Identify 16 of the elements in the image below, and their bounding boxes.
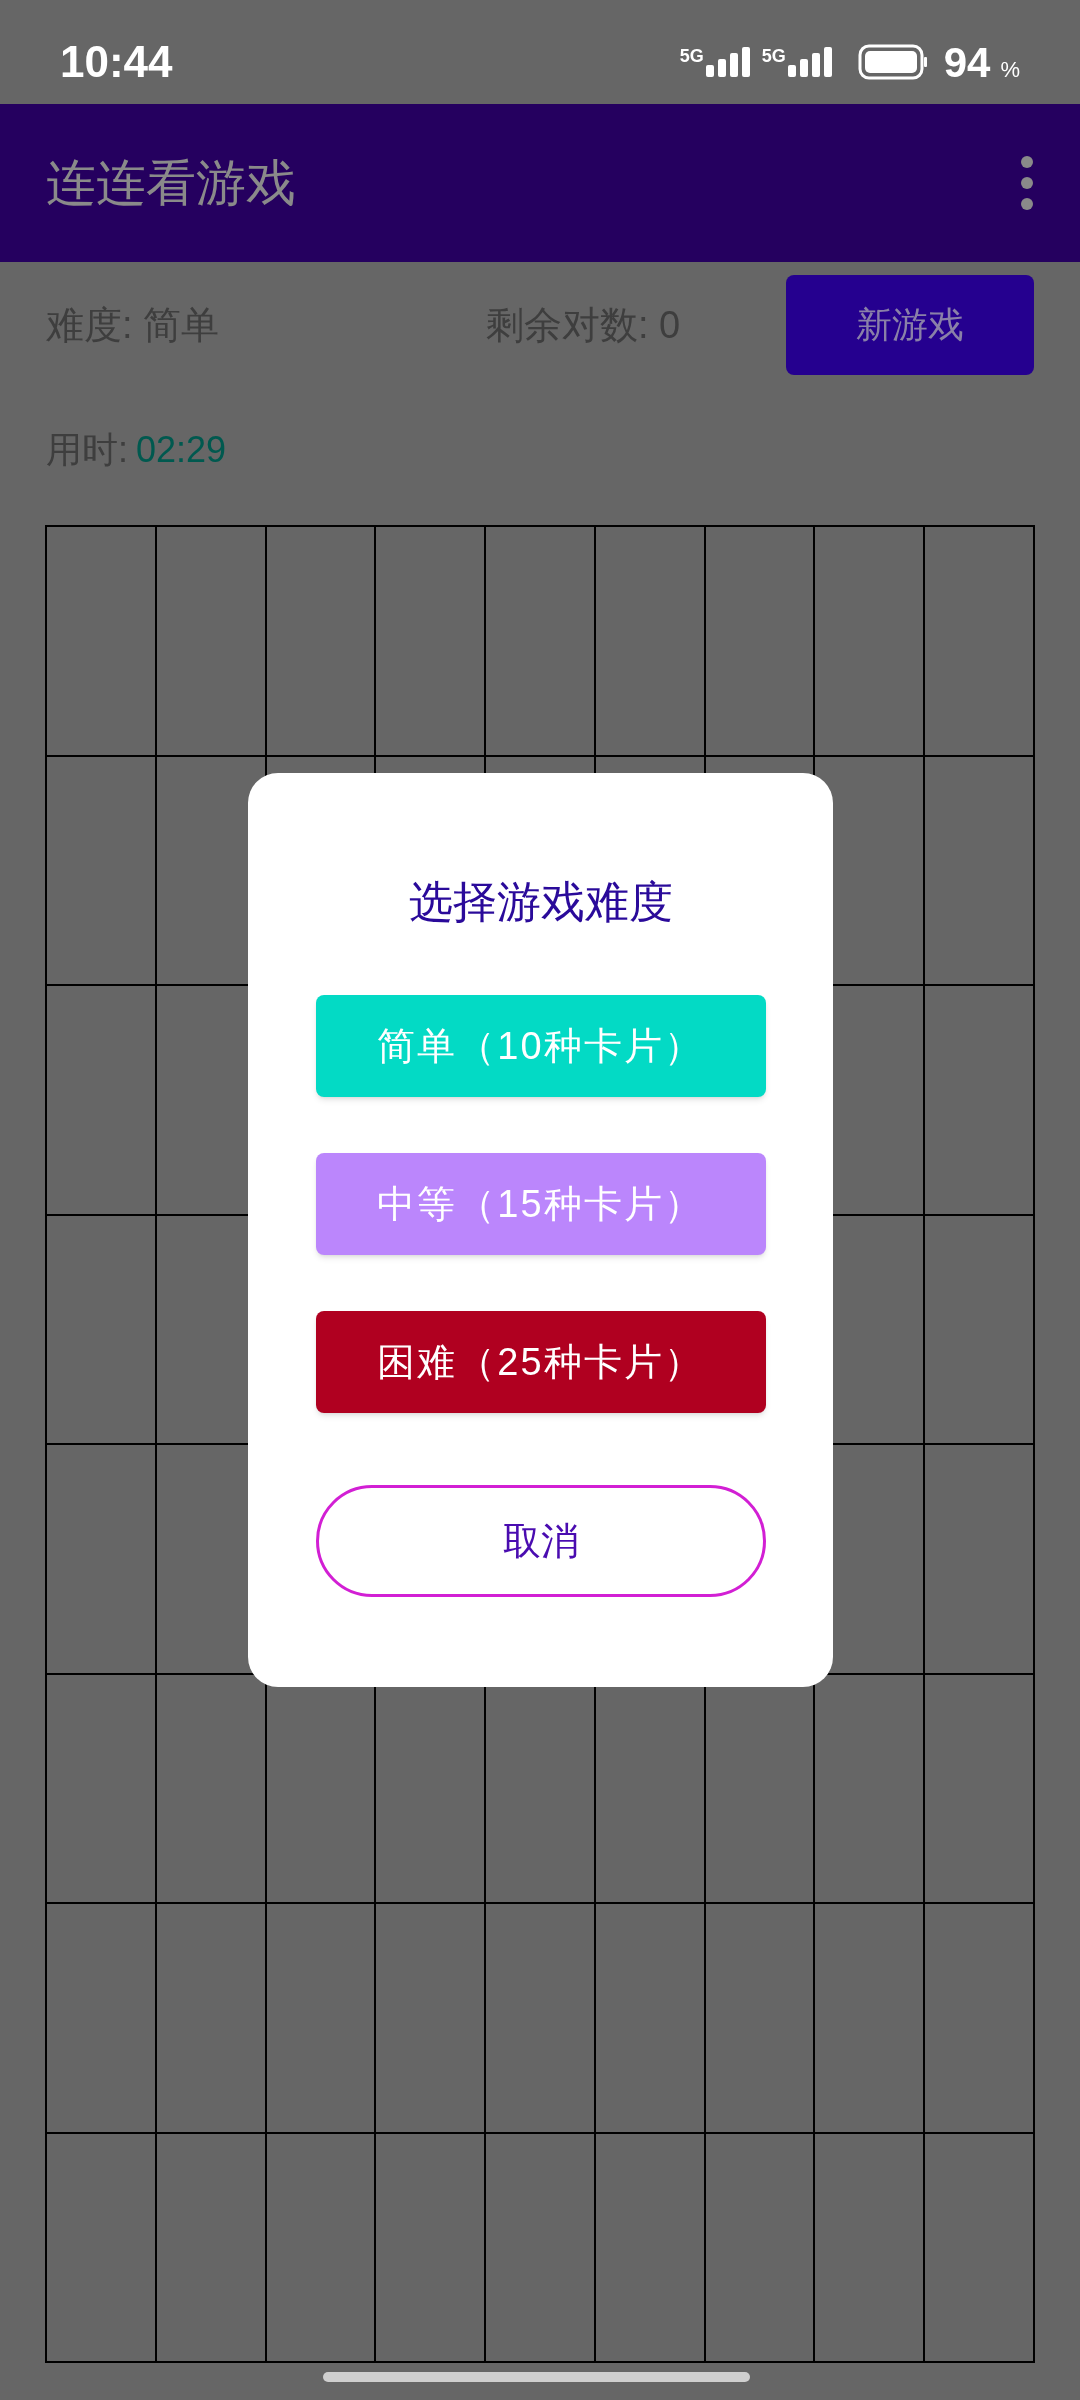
- signal-icon: [787, 47, 834, 77]
- percent-sign: %: [1000, 55, 1020, 84]
- cancel-button[interactable]: 取消: [315, 1485, 766, 1597]
- network-type: 5G: [679, 47, 704, 65]
- difficulty-option[interactable]: 中等（15种卡片）: [315, 1153, 766, 1255]
- dialog-title: 选择游戏难度: [408, 876, 673, 928]
- battery-percent: 94: [943, 37, 991, 88]
- signal-icon: [705, 47, 752, 77]
- clock: 10:44: [60, 36, 173, 88]
- timer-value: 02:29: [136, 428, 227, 472]
- new-game-button[interactable]: 新游戏: [786, 275, 1034, 375]
- more-icon[interactable]: [1020, 155, 1034, 211]
- app-title: 连连看游戏: [46, 153, 296, 213]
- network-type: 5G: [761, 47, 786, 65]
- battery-icon: [857, 44, 928, 80]
- difficulty-option[interactable]: 困难（25种卡片）: [315, 1311, 766, 1413]
